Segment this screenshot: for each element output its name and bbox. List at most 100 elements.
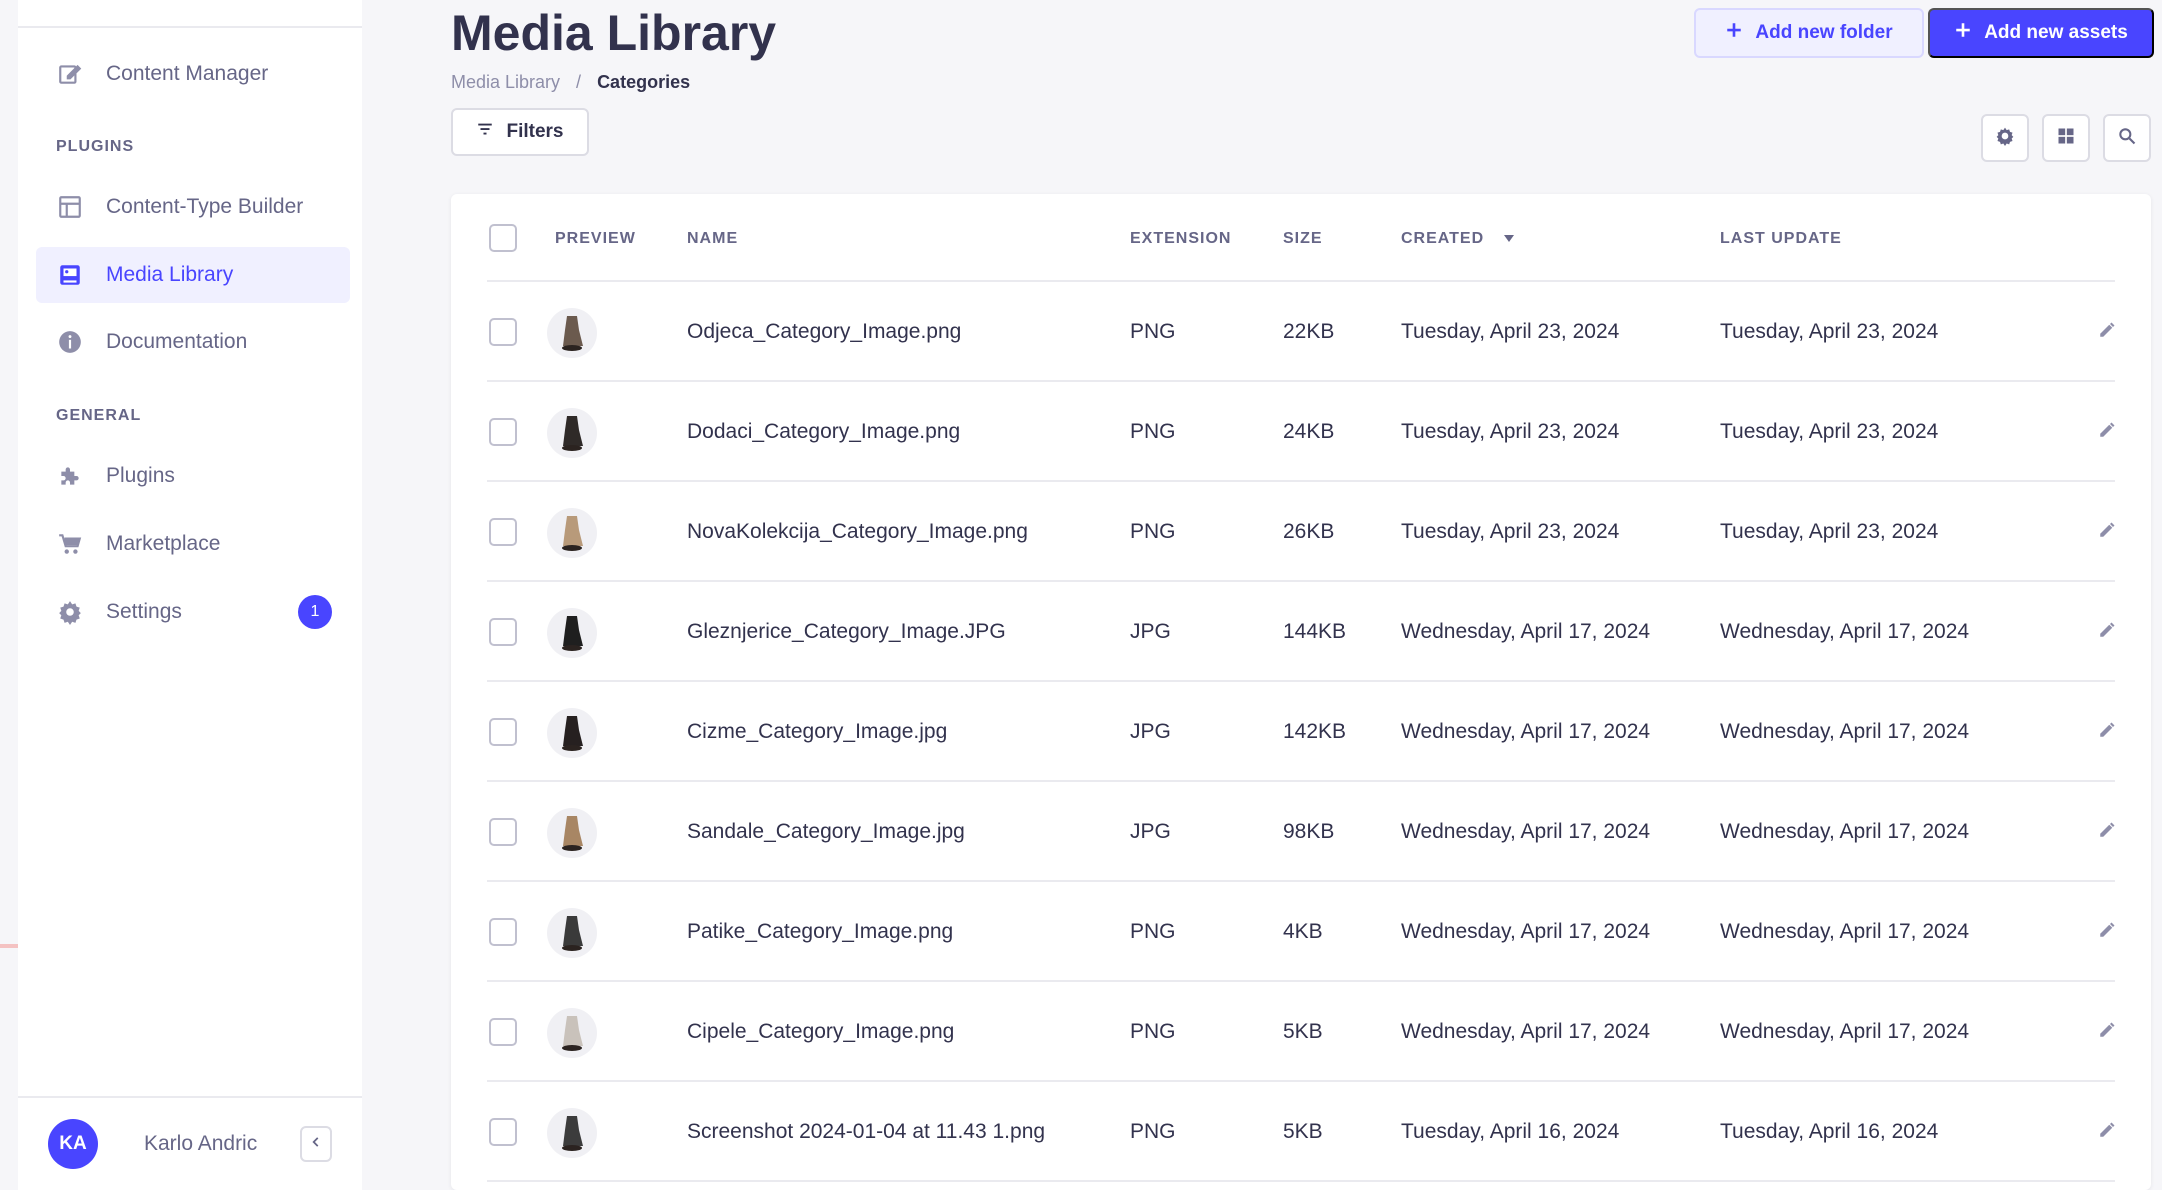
shoe-image-icon <box>562 916 583 951</box>
puzzle-icon <box>56 462 84 490</box>
column-size[interactable]: SIZE <box>1283 230 1323 248</box>
table-row[interactable]: Odjeca_Category_Image.png PNG 22KB Tuesd… <box>487 282 2115 382</box>
sidebar-item-plugins[interactable]: Plugins <box>36 448 350 504</box>
edit-button[interactable] <box>2093 1118 2121 1146</box>
file-size: 26KB <box>1283 520 1335 543</box>
table-row[interactable]: Gleznjerice_Category_Image.JPG JPG 144KB… <box>487 582 2115 682</box>
preview-thumbnail[interactable] <box>547 808 597 858</box>
created-date: Tuesday, April 23, 2024 <box>1401 520 1620 543</box>
row-checkbox[interactable] <box>489 618 517 646</box>
file-size: 24KB <box>1283 420 1335 443</box>
edge-mark <box>0 944 18 948</box>
row-checkbox[interactable] <box>489 318 517 346</box>
updated-date: Wednesday, April 17, 2024 <box>1720 820 1970 843</box>
avatar[interactable]: KA <box>48 1119 98 1169</box>
table-row[interactable]: Cizme_Category_Image.jpg JPG 142KB Wedne… <box>487 682 2115 782</box>
pencil-icon <box>2098 321 2116 344</box>
edit-button[interactable] <box>2093 318 2121 346</box>
file-name: Screenshot 2024-01-04 at 11.43 1.png <box>687 1120 1046 1143</box>
updated-date: Wednesday, April 17, 2024 <box>1720 720 1970 743</box>
created-date: Wednesday, April 17, 2024 <box>1401 720 1651 743</box>
file-name: Odjeca_Category_Image.png <box>687 320 962 343</box>
file-extension: PNG <box>1130 420 1176 443</box>
row-checkbox[interactable] <box>489 718 517 746</box>
row-checkbox[interactable] <box>489 818 517 846</box>
collapse-sidebar-button[interactable] <box>300 1126 332 1162</box>
edit-button[interactable] <box>2093 918 2121 946</box>
sidebar-item-media-library[interactable]: Media Library <box>36 247 350 303</box>
preview-thumbnail[interactable] <box>547 1108 597 1158</box>
column-extension[interactable]: EXTENSION <box>1130 230 1231 248</box>
row-checkbox[interactable] <box>489 1118 517 1146</box>
row-checkbox[interactable] <box>489 1018 517 1046</box>
pencil-icon <box>2098 621 2116 644</box>
sidebar-footer: KA Karlo Andric <box>18 1096 362 1190</box>
file-extension: PNG <box>1130 320 1176 343</box>
table-row[interactable]: Screenshot 2024-01-04 at 11.43 1.png PNG… <box>487 1082 2115 1182</box>
table-row[interactable]: Dodaci_Category_Image.png PNG 24KB Tuesd… <box>487 382 2115 482</box>
sidebar-item-documentation[interactable]: Documentation <box>36 314 350 370</box>
edit-button[interactable] <box>2093 618 2121 646</box>
edit-button[interactable] <box>2093 418 2121 446</box>
edit-button[interactable] <box>2093 518 2121 546</box>
preview-thumbnail[interactable] <box>547 1008 597 1058</box>
row-checkbox[interactable] <box>489 418 517 446</box>
file-extension: PNG <box>1130 920 1176 943</box>
created-date: Wednesday, April 17, 2024 <box>1401 620 1651 643</box>
row-checkbox[interactable] <box>489 518 517 546</box>
edit-button[interactable] <box>2093 818 2121 846</box>
pen-square-icon <box>56 60 84 88</box>
preview-thumbnail[interactable] <box>547 408 597 458</box>
pencil-icon <box>2098 521 2116 544</box>
sidebar-item-marketplace[interactable]: Marketplace <box>36 516 350 572</box>
edit-button[interactable] <box>2093 1018 2121 1046</box>
media-table: PREVIEW NAME EXTENSION SIZE CREATED LAST… <box>451 194 2151 1190</box>
column-name[interactable]: NAME <box>687 230 738 248</box>
created-date: Wednesday, April 17, 2024 <box>1401 920 1651 943</box>
shoe-image-icon <box>562 816 583 851</box>
sidebar-item-label: Marketplace <box>106 532 221 555</box>
preview-thumbnail[interactable] <box>547 508 597 558</box>
file-size: 98KB <box>1283 820 1335 843</box>
shoe-image-icon <box>562 516 583 551</box>
file-size: 22KB <box>1283 320 1335 343</box>
breadcrumb-separator: / <box>576 72 582 92</box>
add-new-folder-label: Add new folder <box>1755 22 1893 43</box>
section-label-general: GENERAL <box>56 407 142 424</box>
sidebar-item-content-manager[interactable]: Content Manager <box>36 46 350 102</box>
filters-button[interactable]: Filters <box>451 108 589 156</box>
file-extension: PNG <box>1130 1120 1176 1143</box>
table-row[interactable]: Sandale_Category_Image.jpg JPG 98KB Wedn… <box>487 782 2115 882</box>
table-row[interactable]: Cipele_Category_Image.png PNG 5KB Wednes… <box>487 982 2115 1082</box>
select-all-checkbox[interactable] <box>489 224 517 252</box>
preview-thumbnail[interactable] <box>547 908 597 958</box>
file-name: Dodaci_Category_Image.png <box>687 420 961 443</box>
add-new-assets-button[interactable]: Add new assets <box>1928 8 2154 58</box>
page-title: Media Library <box>451 5 777 61</box>
sidebar-item-settings[interactable]: Settings 1 <box>36 584 350 640</box>
cart-icon <box>56 530 84 558</box>
add-new-folder-button[interactable]: Add new folder <box>1694 8 1924 58</box>
column-last-update[interactable]: LAST UPDATE <box>1720 230 1842 248</box>
search-icon <box>2117 126 2137 151</box>
row-checkbox[interactable] <box>489 918 517 946</box>
sidebar-item-content-type-builder[interactable]: Content-Type Builder <box>36 179 350 235</box>
settings-button[interactable] <box>1981 114 2029 162</box>
file-name: Cipele_Category_Image.png <box>687 1020 955 1043</box>
table-row[interactable]: Patike_Category_Image.png PNG 4KB Wednes… <box>487 882 2115 982</box>
sidebar-item-label: Plugins <box>106 464 175 487</box>
notification-badge: 1 <box>298 595 332 629</box>
info-icon <box>56 328 84 356</box>
preview-thumbnail[interactable] <box>547 608 597 658</box>
breadcrumb-parent-link[interactable]: Media Library <box>451 72 560 93</box>
grid-view-button[interactable] <box>2042 114 2090 162</box>
preview-thumbnail[interactable] <box>547 308 597 358</box>
chevron-left-icon <box>309 1135 323 1154</box>
table-row[interactable]: NovaKolekcija_Category_Image.png PNG 26K… <box>487 482 2115 582</box>
preview-thumbnail[interactable] <box>547 708 597 758</box>
column-created[interactable]: CREATED <box>1401 230 1514 248</box>
edit-button[interactable] <box>2093 718 2121 746</box>
search-button[interactable] <box>2103 114 2151 162</box>
pencil-icon <box>2098 421 2116 444</box>
user-name[interactable]: Karlo Andric <box>144 1132 257 1156</box>
